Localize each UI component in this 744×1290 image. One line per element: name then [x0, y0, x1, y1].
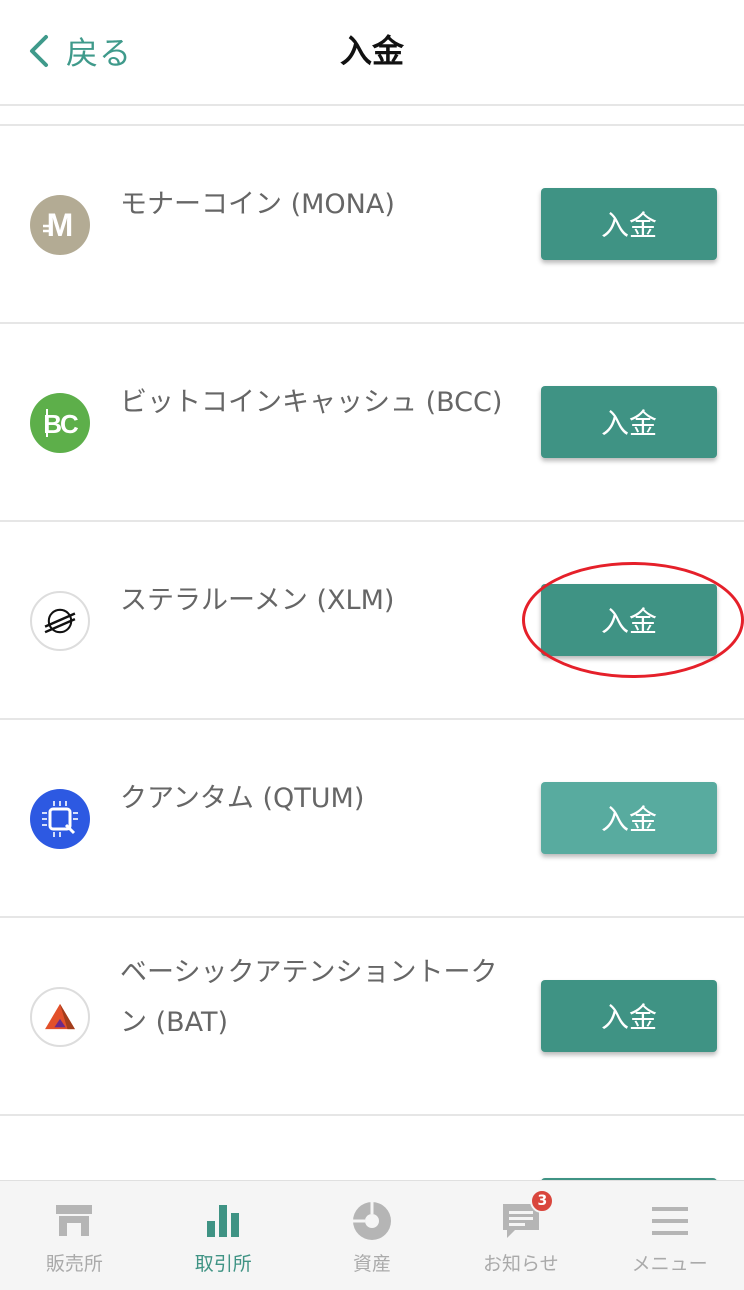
mona-icon: M — [30, 195, 90, 255]
list-item-xlm: ステラルーメン (XLM) 入金 — [0, 522, 744, 720]
deposit-button-bcc[interactable]: 入金 — [541, 386, 717, 458]
tab-assets[interactable]: 資産 — [298, 1181, 447, 1290]
bar-chart-icon — [207, 1205, 240, 1237]
coin-list[interactable]: M モナーコイン (MONA) 入金 BC ビットコインキャッシュ (BCC) … — [0, 126, 744, 1180]
page-title: 入金 — [339, 32, 404, 70]
list-item-mona: M モナーコイン (MONA) 入金 — [0, 126, 744, 324]
coin-name: ベーシックアテンショントークン (BAT) — [120, 957, 498, 1038]
xlm-icon — [30, 591, 90, 651]
deposit-button-xlm[interactable]: 入金 — [541, 584, 717, 656]
store-icon — [56, 1205, 93, 1236]
pie-chart-icon — [352, 1202, 391, 1240]
coin-name: モナーコイン (MONA) — [120, 189, 395, 220]
tab-store[interactable]: 販売所 — [0, 1181, 149, 1290]
notification-badge: 3 — [530, 1189, 555, 1213]
list-item-qtum: クアンタム (QTUM) 入金 — [0, 720, 744, 918]
header: 戻る 入金 — [0, 0, 744, 106]
tab-label: 資産 — [352, 1253, 391, 1275]
list-item-bat: ベーシックアテンショントークン (BAT) 入金 — [0, 918, 744, 1116]
coin-name: ステラルーメン (XLM) — [120, 585, 395, 616]
deposit-button-qtum[interactable]: 入金 — [541, 782, 717, 854]
hamburger-menu-icon — [651, 1207, 688, 1235]
svg-text:BC: BC — [43, 409, 79, 439]
tab-label: 販売所 — [45, 1253, 103, 1275]
deposit-button-mona[interactable]: 入金 — [541, 188, 717, 260]
section-divider — [0, 106, 744, 126]
tab-label: メニュー — [631, 1253, 708, 1275]
list-item-bcc: BC ビットコインキャッシュ (BCC) 入金 — [0, 324, 744, 522]
deposit-button-bat[interactable]: 入金 — [541, 980, 717, 1052]
tab-label: 取引所 — [194, 1253, 252, 1275]
list-item-partial — [0, 1116, 744, 1180]
bcc-icon: BC — [30, 393, 90, 453]
bottom-tab-bar: 販売所 取引所 資産 3 お知らせ メニュー — [0, 1180, 744, 1290]
bat-icon — [30, 987, 90, 1047]
qtum-icon — [30, 789, 90, 849]
coin-name: クアンタム (QTUM) — [120, 783, 365, 814]
coin-name: ビットコインキャッシュ (BCC) — [120, 387, 503, 418]
tab-exchange[interactable]: 取引所 — [149, 1181, 298, 1290]
tab-label: お知らせ — [482, 1253, 559, 1275]
tab-notifications[interactable]: 3 お知らせ — [446, 1181, 595, 1290]
tab-menu[interactable]: メニュー — [595, 1181, 744, 1290]
